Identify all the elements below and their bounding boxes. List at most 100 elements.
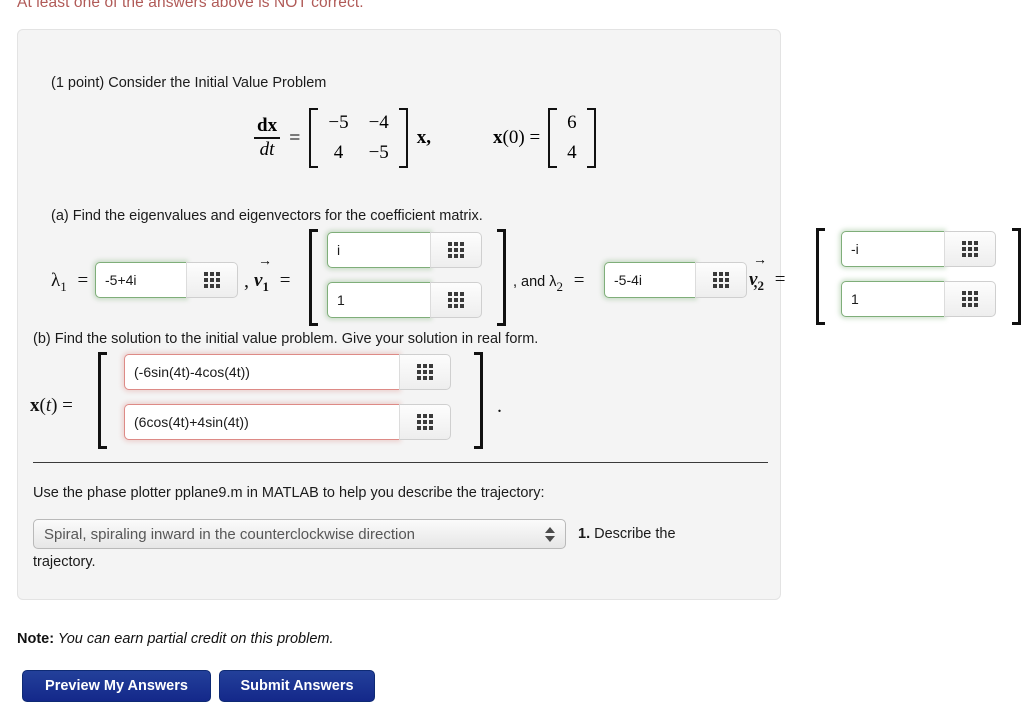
partial-credit-note: Note: You can earn partial credit on thi… xyxy=(17,631,334,647)
matrix-row: 4 xyxy=(557,138,587,168)
v2-arrow-icon: → xyxy=(753,253,767,268)
grid-icon-dots xyxy=(962,241,978,257)
v1-subscript: 1 xyxy=(262,278,269,294)
initial-condition-label: x(0) = xyxy=(493,127,541,148)
question-text: Describe the xyxy=(590,526,676,542)
v2-bracket-left xyxy=(816,228,825,325)
trailing-period: . xyxy=(497,395,502,417)
matrix-cell: 6 xyxy=(567,112,577,134)
phase-plotter-prompt: Use the phase plotter pplane9.m in MATLA… xyxy=(33,485,545,501)
dt-denominator: dt xyxy=(259,138,275,160)
answer-status-warning: At least one of the answers above is NOT… xyxy=(17,0,364,11)
lambda1-input[interactable]: -5+4i xyxy=(95,262,186,298)
trajectory-select-value: Spiral, spiraling inward in the counterc… xyxy=(44,525,416,543)
xt-row2-input[interactable]: (6cos(4t)+4sin(4t)) xyxy=(124,404,399,440)
matrix-cell: 4 xyxy=(567,142,577,163)
grid-icon-dots xyxy=(448,292,464,308)
grid-icon[interactable] xyxy=(399,354,451,390)
describe-question-label: 1. Describe the xyxy=(578,526,676,542)
xt-row2-answer-box[interactable]: (6cos(4t)+4sin(4t)) xyxy=(124,404,451,440)
v2-equals: = xyxy=(774,269,786,290)
part-b-prompt: (b) Find the solution to the initial val… xyxy=(33,331,539,347)
grid-icon[interactable] xyxy=(430,232,482,268)
xt-bracket-right xyxy=(474,352,483,449)
lambda2-label: , and λ2 = xyxy=(513,270,585,295)
grid-icon-dots xyxy=(962,291,978,307)
v1-row1-answer-box[interactable]: i xyxy=(327,232,482,268)
grid-icon[interactable] xyxy=(399,404,451,440)
v1-label: v1 = xyxy=(254,270,290,295)
xt-bracket-left xyxy=(98,352,107,449)
xt-row1-input[interactable]: (-6sin(4t)-4cos(4t)) xyxy=(124,354,399,390)
lambda2-answer-box[interactable]: -5-4i xyxy=(604,262,747,298)
v2-row2-input[interactable]: 1 xyxy=(841,281,944,317)
v1-row2-input[interactable]: 1 xyxy=(327,282,430,318)
chevron-updown-icon[interactable] xyxy=(543,526,557,542)
v2-bracket-right xyxy=(1012,228,1021,325)
x-vector-label: x, xyxy=(416,127,432,148)
part-a-prompt: (a) Find the eigenvalues and eigenvector… xyxy=(51,208,483,224)
grid-icon[interactable] xyxy=(695,262,747,298)
grid-icon[interactable] xyxy=(186,262,238,298)
v2-label: v2 = xyxy=(749,269,785,294)
lambda2-equals: = xyxy=(573,270,585,291)
v1-bracket-right xyxy=(497,229,506,326)
v2-row2-answer-box[interactable]: 1 xyxy=(841,281,996,317)
v1-arrow-icon: → xyxy=(258,254,272,269)
lambda2-prefix: , and λ xyxy=(513,274,557,290)
problem-intro-text: (1 point) Consider the Initial Value Pro… xyxy=(51,75,327,91)
equals-sign-1: = xyxy=(289,126,301,149)
submit-answers-button[interactable]: Submit Answers xyxy=(219,670,375,702)
trajectory-select[interactable]: Spiral, spiraling inward in the counterc… xyxy=(33,519,566,549)
matrix-row: 6 xyxy=(557,108,587,138)
initial-vector-bracket: 6 4 xyxy=(548,108,596,168)
describe-question-line2: trajectory. xyxy=(33,554,96,570)
v1-row1-input[interactable]: i xyxy=(327,232,430,268)
matrix-row: −5 −4 xyxy=(318,108,398,138)
xt-label: x(t) = xyxy=(30,395,73,416)
matrix-cell: −5 xyxy=(328,112,349,134)
xt-row1-answer-box[interactable]: (-6sin(4t)-4cos(4t)) xyxy=(124,354,451,390)
lambda2-input[interactable]: -5-4i xyxy=(604,262,695,298)
grid-icon[interactable] xyxy=(944,281,996,317)
question-number: 1. xyxy=(578,526,591,542)
grid-icon[interactable] xyxy=(430,282,482,318)
note-label: Note: xyxy=(17,631,55,647)
grid-icon-dots xyxy=(448,242,464,258)
problem-panel: (1 point) Consider the Initial Value Pro… xyxy=(17,29,781,600)
lambda1-subscript: 1 xyxy=(60,278,67,294)
coefficient-matrix-bracket: −5 −4 4 −5 xyxy=(309,108,409,168)
grid-icon[interactable] xyxy=(944,231,996,267)
lambda1-equals: = xyxy=(77,270,89,291)
chevron-down-icon xyxy=(545,535,555,542)
chevron-up-icon xyxy=(545,526,555,533)
section-divider xyxy=(33,462,768,463)
initial-vector: 6 4 xyxy=(557,108,587,167)
lambda1-symbol: λ xyxy=(51,270,61,291)
v2-row1-answer-box[interactable]: -i xyxy=(841,231,996,267)
matrix-row: 4 −5 xyxy=(318,138,398,168)
grid-icon-dots xyxy=(713,272,729,288)
grid-icon-dots xyxy=(417,364,433,380)
preview-my-answers-button[interactable]: Preview My Answers xyxy=(22,670,211,702)
grid-icon-dots xyxy=(417,414,433,430)
differential-equation: dx dt = −5 −4 4 −5 x, x(0) = 6 4 xyxy=(254,104,596,172)
dx-numerator-x: dx xyxy=(257,115,278,137)
matrix-cell: −5 xyxy=(368,142,389,163)
v2-row1-input[interactable]: -i xyxy=(841,231,944,267)
lambda2-subscript: 2 xyxy=(556,278,564,294)
note-text: You can earn partial credit on this prob… xyxy=(54,631,334,647)
v1-row2-answer-box[interactable]: 1 xyxy=(327,282,482,318)
comma-after-lambda1: , xyxy=(244,270,249,292)
coefficient-matrix: −5 −4 4 −5 xyxy=(318,108,398,167)
v1-equals: = xyxy=(279,270,291,291)
lambda1-label: λ1 = xyxy=(51,270,88,295)
matrix-cell: 4 xyxy=(333,142,344,163)
v1-bracket-left xyxy=(309,229,318,326)
v2-subscript: 2 xyxy=(757,277,764,293)
grid-icon-dots xyxy=(204,272,220,288)
lambda1-answer-box[interactable]: -5+4i xyxy=(95,262,238,298)
matrix-cell: −4 xyxy=(368,112,389,134)
derivative-fraction: dx dt xyxy=(254,115,281,160)
page-root: At least one of the answers above is NOT… xyxy=(0,0,1024,722)
